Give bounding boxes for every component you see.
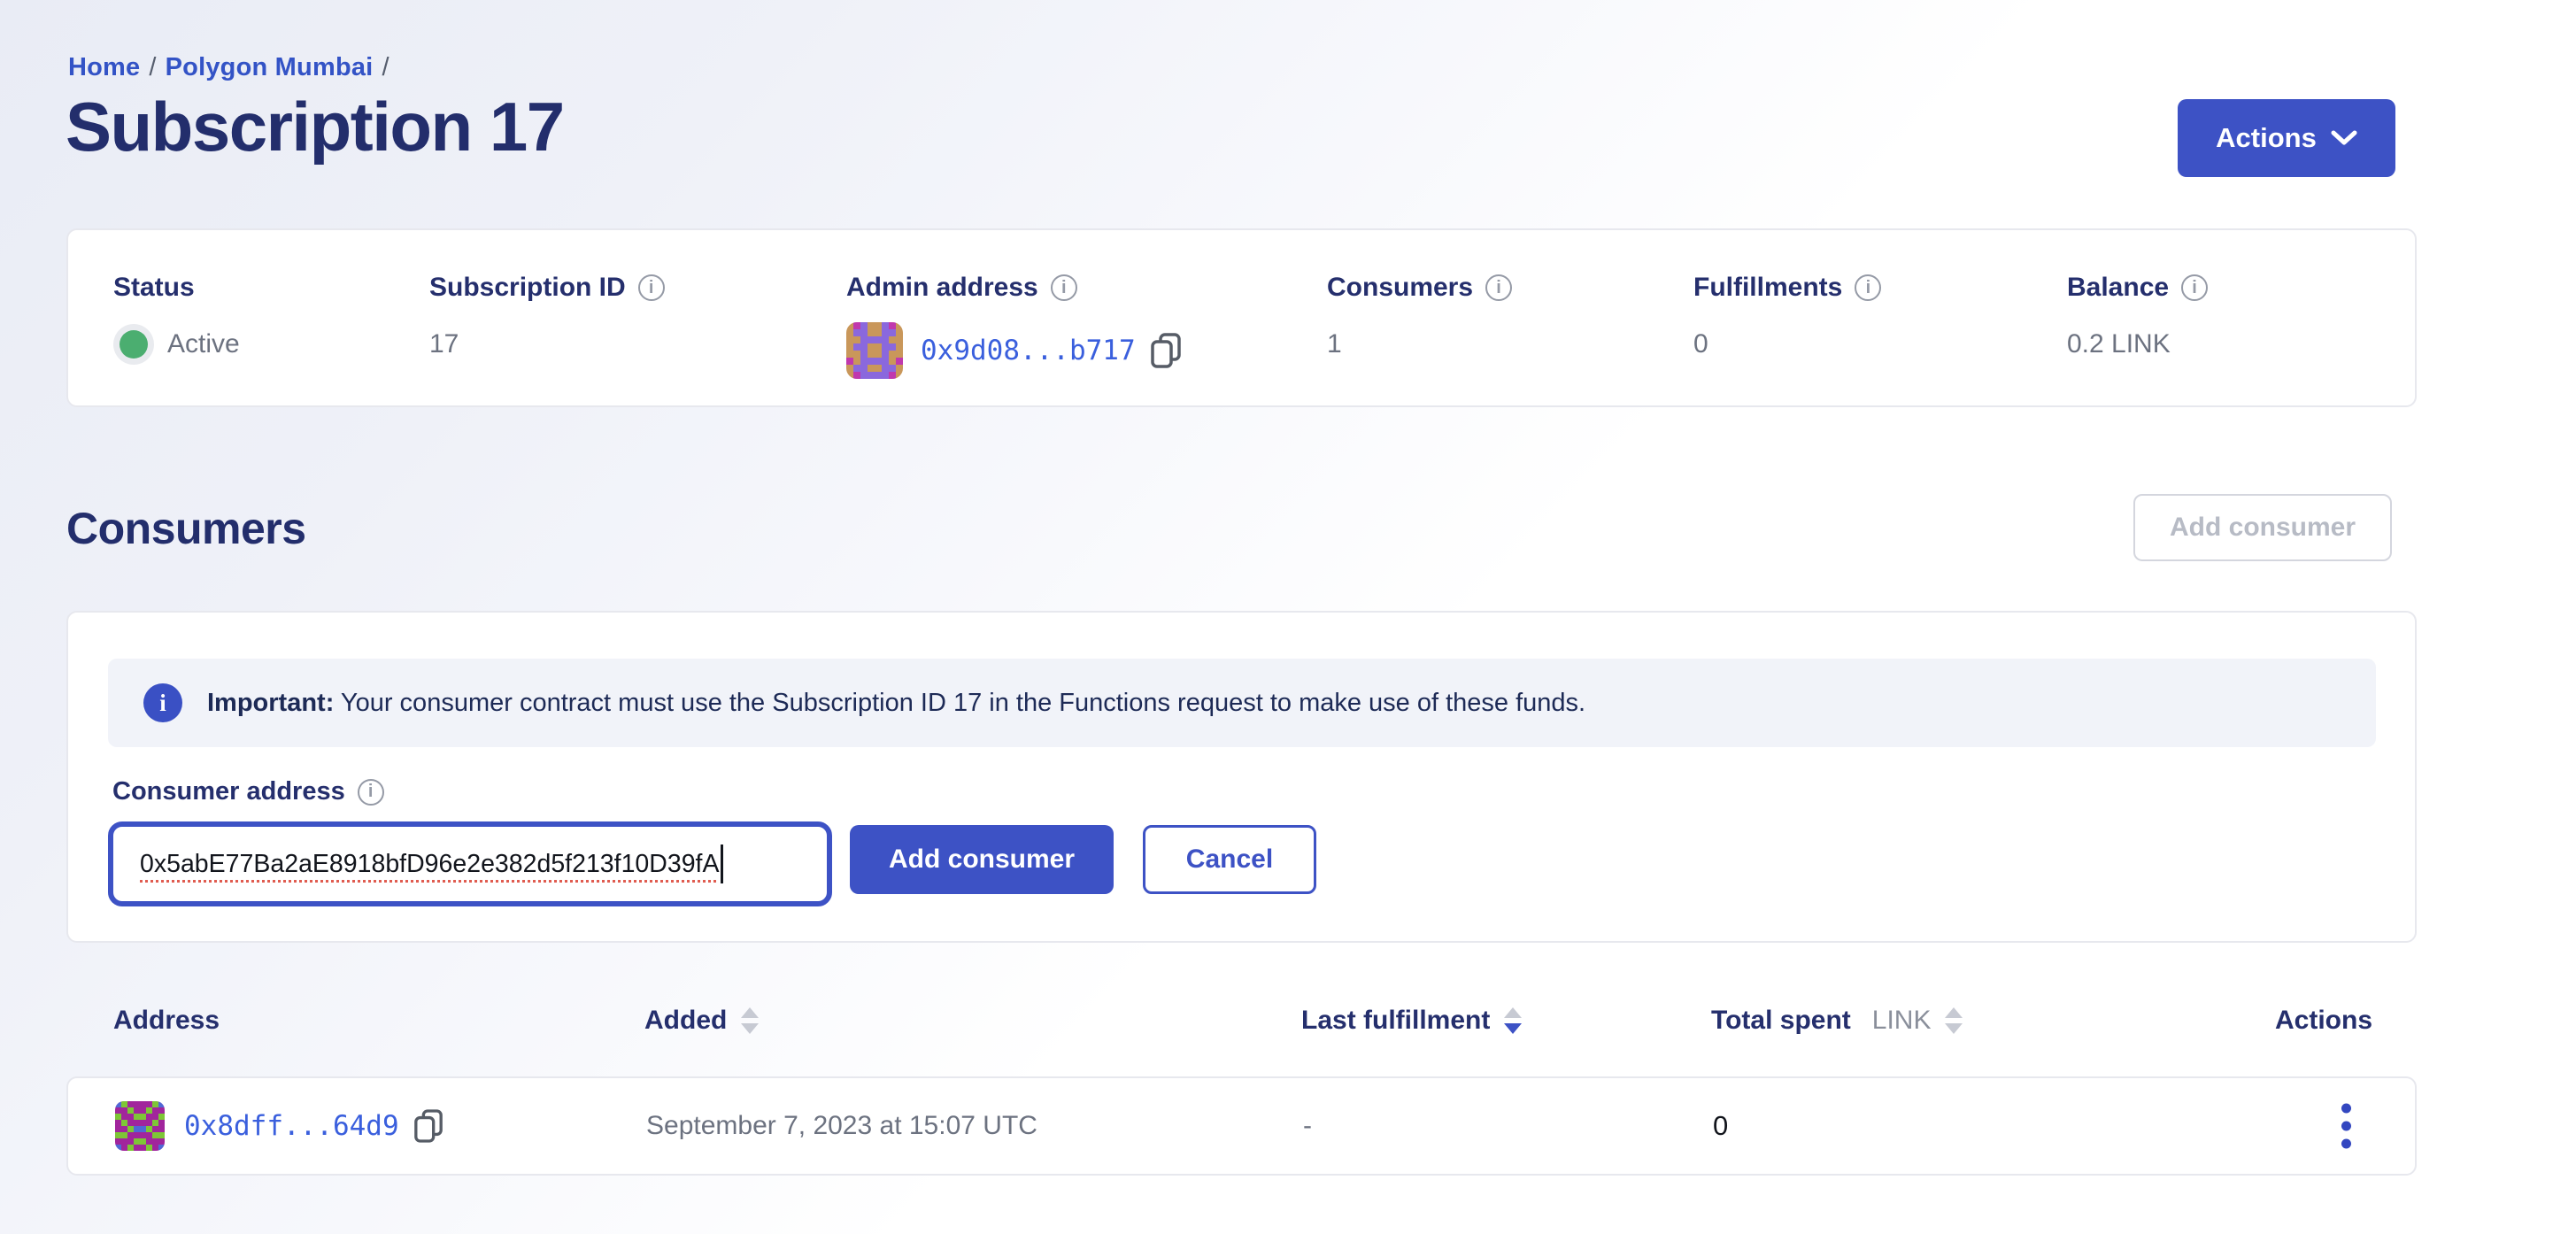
copy-icon[interactable] bbox=[413, 1108, 443, 1144]
info-icon[interactable]: i bbox=[2181, 274, 2208, 301]
actions-button[interactable]: Actions bbox=[2178, 99, 2395, 177]
consumers-value: 1 bbox=[1327, 329, 1342, 359]
summary-card: Status Active Subscription ID i 17 Admin… bbox=[66, 228, 2417, 407]
table-header-address-text: Address bbox=[113, 1006, 220, 1036]
table-header-link-unit: LINK bbox=[1872, 1006, 1932, 1036]
add-consumer-card: i Important: Your consumer contract must… bbox=[66, 611, 2417, 943]
breadcrumb-separator: / bbox=[140, 53, 165, 81]
consumer-address-link[interactable]: 0x8dff...64d9 bbox=[184, 1110, 399, 1142]
consumer-address-input[interactable]: 0x5abE77Ba2aE8918bfD96e2e382d5f213f10D39… bbox=[108, 821, 832, 906]
consumer-address-label: Consumer address i bbox=[112, 777, 384, 806]
breadcrumb-separator: / bbox=[373, 53, 397, 81]
consumers-section-title: Consumers bbox=[66, 503, 306, 554]
subscription-id-value: 17 bbox=[429, 329, 459, 359]
table-header-total-spent[interactable]: Total spent LINK bbox=[1711, 1006, 1963, 1036]
info-icon[interactable]: i bbox=[1855, 274, 1881, 301]
consumer-address-input-value: 0x5abE77Ba2aE8918bfD96e2e382d5f213f10D39… bbox=[140, 850, 719, 879]
sort-icon-active-desc bbox=[1504, 1007, 1522, 1034]
admin-avatar bbox=[846, 322, 903, 379]
last-fulfillment-value: - bbox=[1303, 1111, 1312, 1141]
sort-icon bbox=[741, 1007, 759, 1034]
admin-address-label: Admin address bbox=[846, 273, 1038, 303]
summary-fulfillments: Fulfillments i 0 bbox=[1693, 273, 1881, 359]
breadcrumb: Home/Polygon Mumbai/ bbox=[68, 53, 398, 82]
subscription-page: Home/Polygon Mumbai/ Subscription 17 Act… bbox=[0, 0, 2576, 1234]
table-header-total-spent-text: Total spent bbox=[1711, 1006, 1851, 1036]
consumer-avatar bbox=[115, 1101, 165, 1151]
row-actions-cell bbox=[2333, 1095, 2360, 1158]
row-total-spent-cell: 0 bbox=[1713, 1110, 1728, 1142]
table-header-actions-text: Actions bbox=[2275, 1006, 2372, 1036]
row-added-cell: September 7, 2023 at 15:07 UTC bbox=[646, 1111, 1037, 1141]
text-cursor bbox=[721, 845, 723, 883]
banner-text-rest: Your consumer contract must use the Subs… bbox=[334, 689, 1585, 717]
consumers-label: Consumers bbox=[1327, 273, 1473, 303]
status-active-dot bbox=[120, 330, 148, 359]
info-circle-icon: i bbox=[143, 683, 182, 722]
table-header-added[interactable]: Added bbox=[644, 1006, 759, 1036]
actions-button-label: Actions bbox=[2216, 122, 2317, 154]
consumer-address-label-text: Consumer address bbox=[112, 777, 345, 806]
status-label: Status bbox=[113, 273, 195, 303]
summary-balance: Balance i 0.2 LINK bbox=[2067, 273, 2208, 359]
important-banner: i Important: Your consumer contract must… bbox=[108, 659, 2376, 747]
summary-subscription-id: Subscription ID i 17 bbox=[429, 273, 665, 359]
table-header-added-text: Added bbox=[644, 1006, 727, 1036]
sort-icon bbox=[1945, 1007, 1963, 1034]
info-icon[interactable]: i bbox=[1485, 274, 1512, 301]
fulfillments-value: 0 bbox=[1693, 329, 1708, 359]
add-consumer-button-disabled[interactable]: Add consumer bbox=[2133, 494, 2392, 561]
added-date: September 7, 2023 at 15:07 UTC bbox=[646, 1111, 1037, 1141]
chevron-down-icon bbox=[2331, 130, 2357, 146]
kebab-menu-icon[interactable] bbox=[2333, 1095, 2360, 1158]
breadcrumb-home-link[interactable]: Home bbox=[68, 53, 140, 81]
info-icon[interactable]: i bbox=[358, 779, 384, 806]
summary-status: Status Active bbox=[113, 273, 240, 359]
banner-text-bold: Important: bbox=[207, 689, 334, 717]
banner-text: Important: Your consumer contract must u… bbox=[207, 689, 1585, 718]
summary-admin-address: Admin address i bbox=[846, 273, 1182, 379]
table-header-address: Address bbox=[113, 1006, 220, 1036]
info-icon[interactable]: i bbox=[1051, 274, 1077, 301]
subscription-id-label: Subscription ID bbox=[429, 273, 626, 303]
table-header-actions: Actions bbox=[2275, 1006, 2372, 1036]
total-spent-value: 0 bbox=[1713, 1110, 1728, 1142]
admin-address-link[interactable]: 0x9d08...b717 bbox=[921, 335, 1136, 366]
table-row: 0x8dff...64d9 September 7, 2023 at 15:07… bbox=[66, 1076, 2417, 1176]
page-title: Subscription 17 bbox=[66, 87, 564, 167]
cancel-button[interactable]: Cancel bbox=[1143, 825, 1316, 894]
status-value: Active bbox=[167, 329, 240, 359]
table-header-last-fulfillment-text: Last fulfillment bbox=[1301, 1006, 1490, 1036]
info-icon[interactable]: i bbox=[638, 274, 665, 301]
copy-icon[interactable] bbox=[1150, 332, 1182, 369]
fulfillments-label: Fulfillments bbox=[1693, 273, 1842, 303]
table-header-last-fulfillment[interactable]: Last fulfillment bbox=[1301, 1006, 1522, 1036]
row-address-cell: 0x8dff...64d9 bbox=[115, 1101, 443, 1151]
breadcrumb-network-link[interactable]: Polygon Mumbai bbox=[166, 53, 374, 81]
balance-value: 0.2 LINK bbox=[2067, 329, 2171, 359]
add-consumer-submit-button[interactable]: Add consumer bbox=[850, 825, 1114, 894]
summary-consumers: Consumers i 1 bbox=[1327, 273, 1512, 359]
row-last-fulfillment-cell: - bbox=[1303, 1111, 1312, 1141]
balance-label: Balance bbox=[2067, 273, 2169, 303]
